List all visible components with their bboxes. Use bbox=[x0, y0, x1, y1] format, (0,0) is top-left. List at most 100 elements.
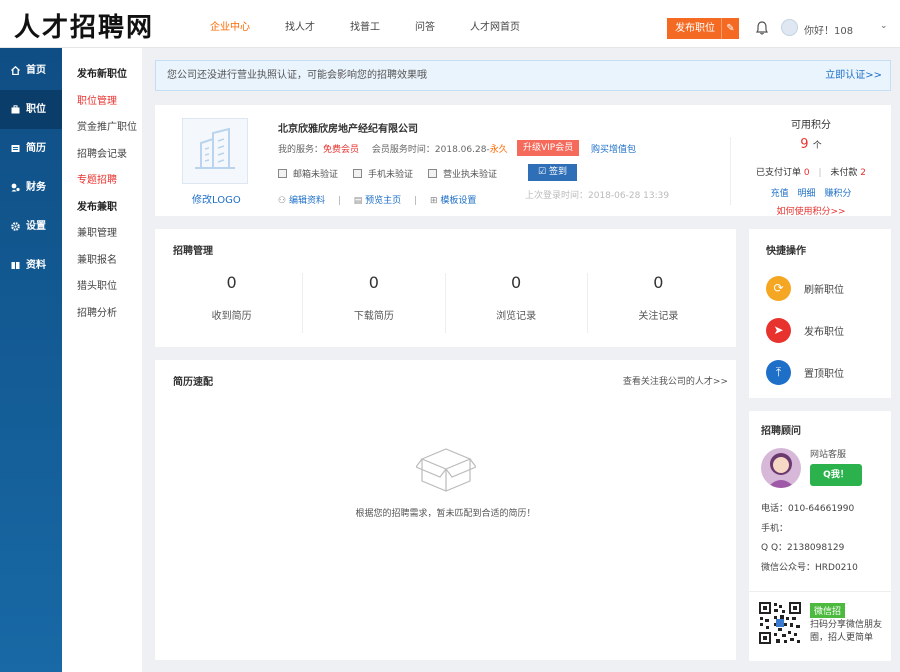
recruit-management-title: 招聘管理 bbox=[173, 246, 213, 257]
preview-icon: ▤ bbox=[353, 196, 363, 206]
earn-points-link[interactable]: 赚积分 bbox=[824, 189, 851, 199]
points-links: 充值 明细 赚积分 bbox=[731, 186, 891, 199]
quick-actions-card: 快捷操作 ⟳ 刷新职位 ➤ 发布职位 ⤒ 置顶职位 bbox=[749, 229, 891, 398]
notice-text: 您公司还没进行营业执照认证，可能会影响您的招聘效果哦 bbox=[167, 70, 427, 81]
envelope-icon bbox=[278, 169, 287, 178]
stat-follow-records[interactable]: 0 关注记录 bbox=[588, 273, 729, 333]
upgrade-vip-button[interactable]: 升级VIP会员 bbox=[517, 140, 580, 156]
top-bar: 人才招聘网 企业中心 找人才 找普工 问答 人才网首页 发布职位 ✎ 你好！10… bbox=[0, 0, 900, 48]
main-nav: 企业中心 找人才 找普工 问答 人才网首页 bbox=[210, 0, 555, 48]
sign-in-button[interactable]: ☑ 签到 bbox=[528, 164, 577, 181]
edit-profile-link[interactable]: 编辑资料 bbox=[289, 196, 325, 206]
sidebar-item-label: 简历 bbox=[26, 143, 46, 154]
user-greeting[interactable]: 你好！108 bbox=[804, 22, 853, 37]
points-number: 9 bbox=[800, 137, 809, 152]
points-title: 可用积分 bbox=[791, 120, 831, 131]
sidebar-item-finance[interactable]: 财务 bbox=[0, 168, 62, 207]
template-settings-link[interactable]: 模板设置 bbox=[440, 196, 476, 206]
home-icon bbox=[11, 66, 20, 75]
sidebar-item-jobs[interactable]: 职位 bbox=[0, 90, 62, 129]
company-logo[interactable] bbox=[182, 118, 248, 184]
advisor-title: 招聘顾问 bbox=[761, 426, 801, 437]
publish-job-label: 发布职位 bbox=[675, 23, 715, 34]
stat-value: 0 bbox=[511, 273, 522, 292]
how-to-use-points-link[interactable]: 如何使用积分>> bbox=[731, 204, 891, 217]
pin-job-action[interactable]: ⤒ 置顶职位 bbox=[766, 360, 844, 385]
subnav-parttime-management[interactable]: 兼职管理 bbox=[62, 221, 142, 248]
subnav-parttime-signup[interactable]: 兼职报名 bbox=[62, 248, 142, 275]
subnav-recruit-analysis[interactable]: 招聘分析 bbox=[62, 301, 142, 328]
calendar-check-icon: ☑ bbox=[538, 167, 547, 177]
qr-code-icon bbox=[758, 601, 802, 645]
template-icon: ⊞ bbox=[429, 196, 438, 206]
email-verify-label: 邮箱未验证 bbox=[293, 170, 339, 180]
refresh-icon: ⟳ bbox=[766, 276, 791, 301]
company-card: 修改LOGO 北京欣雅欣房地产经纪有限公司 我的服务：免费会员 会员服务时间：2… bbox=[155, 105, 891, 217]
advisor-phone: 电话：010-64661990 bbox=[761, 504, 855, 514]
stat-value: 0 bbox=[653, 273, 664, 292]
subnav-job-management[interactable]: 职位管理 bbox=[62, 89, 142, 116]
subnav-publish-parttime[interactable]: 发布兼职 bbox=[62, 195, 142, 222]
preview-homepage-link[interactable]: 预览主页 bbox=[365, 196, 401, 206]
certification-notice: 您公司还没进行营业执照认证，可能会影响您的招聘效果哦 立即认证>> bbox=[155, 60, 891, 91]
nav-enterprise-center[interactable]: 企业中心 bbox=[210, 0, 250, 48]
orders-summary: 已支付订单 0 | 未付款 2 bbox=[755, 168, 867, 178]
last-login: 上次登录时间：2018-06-28 13:39 bbox=[525, 191, 670, 201]
stat-browse-records[interactable]: 0 浏览记录 bbox=[446, 273, 588, 333]
unpaid-value[interactable]: 2 bbox=[860, 168, 866, 178]
recharge-link[interactable]: 充值 bbox=[771, 189, 789, 199]
top-icon: ⤒ bbox=[766, 360, 791, 385]
sidebar-item-profile[interactable]: 资料 bbox=[0, 246, 62, 285]
stat-label: 收到简历 bbox=[211, 311, 252, 322]
phone-verify[interactable]: 手机未验证 bbox=[353, 167, 413, 180]
site-logo[interactable]: 人才招聘网 bbox=[14, 7, 154, 44]
bell-icon[interactable] bbox=[756, 21, 768, 35]
license-verify-label: 营业执未验证 bbox=[443, 170, 498, 180]
nav-find-workers[interactable]: 找普工 bbox=[350, 0, 380, 48]
nav-qa[interactable]: 问答 bbox=[415, 0, 435, 48]
refresh-job-label: 刷新职位 bbox=[804, 285, 844, 296]
sidebar-item-label: 资料 bbox=[26, 260, 46, 271]
stat-value: 0 bbox=[226, 273, 237, 292]
certify-now-link[interactable]: 立即认证>> bbox=[825, 61, 882, 90]
no-match-message: 根据您的招聘需求，暂未匹配到合适的简历！ bbox=[355, 509, 536, 519]
empty-box-icon bbox=[416, 448, 476, 492]
sidebar-item-settings[interactable]: 设置 bbox=[0, 207, 62, 246]
publish-job-label: 发布职位 bbox=[804, 327, 844, 338]
paid-orders-label: 已支付订单 bbox=[755, 168, 801, 178]
qq-chat-button[interactable]: Q我！ bbox=[810, 464, 862, 486]
nav-homepage[interactable]: 人才网首页 bbox=[470, 0, 520, 48]
subnav-headhunter-jobs[interactable]: 猎头职位 bbox=[62, 274, 142, 301]
points-value: 9 个 bbox=[731, 137, 891, 152]
paid-orders-value[interactable]: 0 bbox=[804, 168, 810, 178]
publish-job-button[interactable]: 发布职位 ✎ bbox=[667, 18, 739, 39]
nav-find-talent[interactable]: 找人才 bbox=[285, 0, 315, 48]
stat-downloaded-resumes[interactable]: 0 下载简历 bbox=[303, 273, 446, 333]
buy-package-link[interactable]: 购买增值包 bbox=[591, 142, 636, 155]
sub-nav: 发布新职位 职位管理 赏金推广职位 招聘会记录 专题招聘 发布兼职 兼职管理 兼… bbox=[62, 48, 142, 672]
resume-match-card: 简历速配 查看关注我公司的人才>> 根据您的招聘需求，暂未匹配到合适的简历！ bbox=[155, 360, 736, 660]
subnav-bounty-promotion[interactable]: 赏金推广职位 bbox=[62, 115, 142, 142]
subnav-job-fair-records[interactable]: 招聘会记录 bbox=[62, 142, 142, 169]
sidebar-item-label: 设置 bbox=[26, 221, 46, 232]
sidebar-item-label: 职位 bbox=[26, 104, 46, 115]
stat-received-resumes[interactable]: 0 收到简历 bbox=[161, 273, 304, 333]
email-verify[interactable]: 邮箱未验证 bbox=[278, 167, 338, 180]
sidebar-item-label: 首页 bbox=[26, 65, 46, 76]
sidebar-item-home[interactable]: 首页 bbox=[0, 51, 62, 90]
divider bbox=[749, 591, 891, 592]
subnav-special-recruit[interactable]: 专题招聘 bbox=[62, 168, 142, 195]
publish-job-action[interactable]: ➤ 发布职位 bbox=[766, 318, 844, 343]
pencil-icon: ✎ bbox=[721, 18, 739, 39]
stat-label: 下载简历 bbox=[353, 311, 394, 322]
subnav-publish-job[interactable]: 发布新职位 bbox=[62, 62, 142, 89]
points-unit: 个 bbox=[812, 141, 822, 151]
user-avatar[interactable] bbox=[781, 19, 798, 36]
view-followers-link[interactable]: 查看关注我公司的人才>> bbox=[623, 374, 728, 387]
chevron-down-icon[interactable]: ⌄ bbox=[880, 21, 888, 31]
sidebar-item-resume[interactable]: 简历 bbox=[0, 129, 62, 168]
license-verify[interactable]: 营业执未验证 bbox=[428, 167, 497, 180]
edit-logo-link[interactable]: 修改LOGO bbox=[192, 191, 241, 206]
details-link[interactable]: 明细 bbox=[797, 189, 815, 199]
refresh-job-action[interactable]: ⟳ 刷新职位 bbox=[766, 276, 844, 301]
